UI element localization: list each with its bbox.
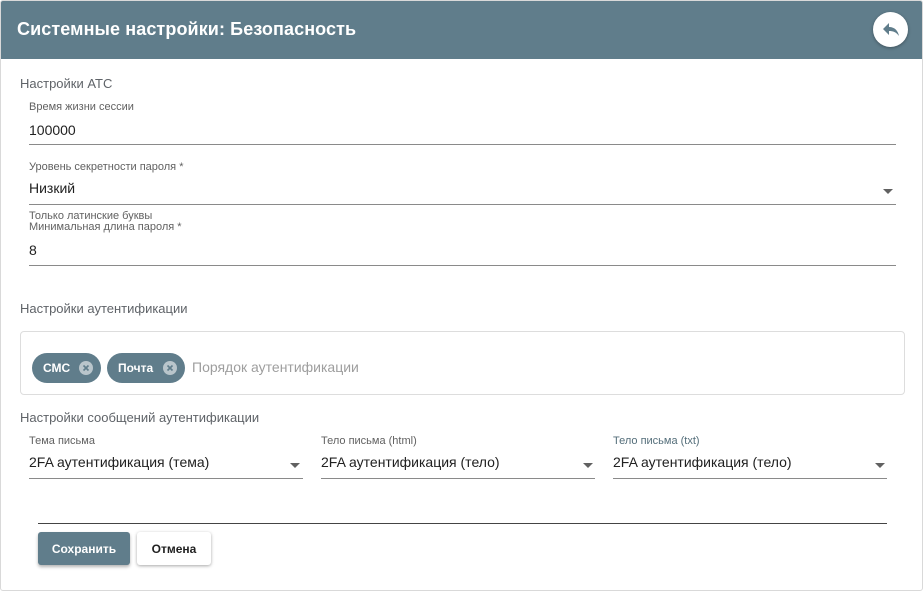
session-lifetime-underline bbox=[29, 144, 896, 145]
reply-arrow-icon bbox=[882, 22, 899, 36]
password-level-underline bbox=[29, 204, 896, 205]
body-html-select[interactable]: 2FA аутентификация (тело) bbox=[321, 454, 500, 470]
cancel-button[interactable]: Отмена bbox=[137, 532, 211, 565]
auth-settings-title: Настройки аутентификации bbox=[20, 301, 188, 316]
subject-select[interactable]: 2FA аутентификация (тема) bbox=[29, 454, 209, 470]
body-html-dropdown-icon[interactable] bbox=[583, 463, 593, 468]
settings-card: Системные настройки: Безопасность Настро… bbox=[0, 0, 923, 591]
subject-label: Тема письма bbox=[29, 435, 95, 447]
password-level-select[interactable]: Низкий bbox=[29, 180, 75, 196]
body-txt-label: Тело письма (txt) bbox=[613, 435, 700, 447]
min-password-length-input[interactable]: 8 bbox=[29, 242, 37, 258]
password-level-dropdown-icon[interactable] bbox=[883, 189, 893, 194]
body-txt-dropdown-icon[interactable] bbox=[875, 463, 885, 468]
auth-order-placeholder: Порядок аутентификации bbox=[192, 359, 359, 375]
chip-sms[interactable]: СМС bbox=[32, 353, 101, 383]
min-password-length-label: Минимальная длина пароля * bbox=[29, 221, 182, 233]
save-button[interactable]: Сохранить bbox=[38, 532, 130, 565]
chip-sms-remove-icon[interactable] bbox=[79, 361, 93, 375]
chip-mail-remove-icon[interactable] bbox=[163, 361, 177, 375]
chip-mail[interactable]: Почта bbox=[107, 353, 185, 383]
min-password-length-underline bbox=[29, 265, 896, 266]
body-txt-underline bbox=[613, 478, 887, 479]
back-button[interactable] bbox=[873, 12, 908, 47]
password-level-label: Уровень секретности пароля * bbox=[29, 161, 184, 173]
session-lifetime-label: Время жизни сессии bbox=[29, 101, 134, 113]
body-html-underline bbox=[321, 478, 595, 479]
pbx-settings-title: Настройки АТС bbox=[20, 76, 113, 91]
session-lifetime-input[interactable]: 100000 bbox=[29, 122, 76, 138]
auth-order-input[interactable]: СМС Почта Порядок аутентификации bbox=[20, 331, 905, 395]
subject-underline bbox=[29, 478, 303, 479]
auth-messages-title: Настройки сообщений аутентификации bbox=[20, 410, 260, 425]
page-title: Системные настройки: Безопасность bbox=[17, 19, 357, 39]
body-html-label: Тело письма (html) bbox=[321, 435, 417, 447]
chip-sms-label: СМС bbox=[43, 361, 71, 375]
subject-dropdown-icon[interactable] bbox=[290, 463, 300, 468]
chip-mail-label: Почта bbox=[118, 361, 154, 375]
page-header: Системные настройки: Безопасность bbox=[1, 1, 922, 59]
body-txt-select[interactable]: 2FA аутентификация (тело) bbox=[613, 454, 792, 470]
actions-divider bbox=[38, 523, 887, 524]
